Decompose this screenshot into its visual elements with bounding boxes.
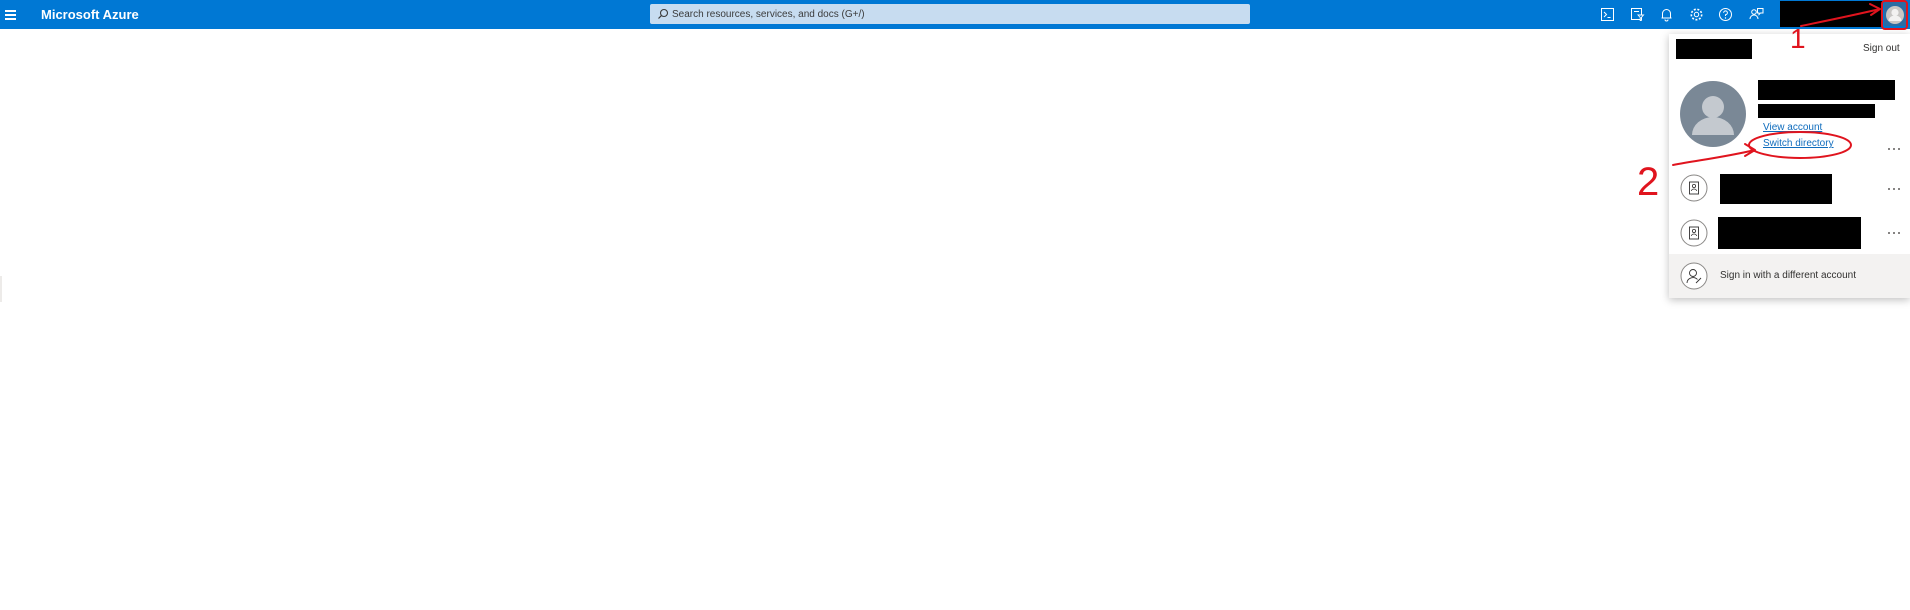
organization-name-redacted	[1676, 39, 1752, 59]
global-search-box[interactable]	[650, 4, 1250, 24]
user-email-redacted	[1758, 104, 1875, 118]
red-annotation-overlay: 1 2	[1637, 0, 1908, 204]
search-icon	[658, 8, 669, 19]
directory-name-redacted[interactable]	[1718, 217, 1861, 249]
feedback-icon[interactable]	[1748, 6, 1765, 23]
account-menu-panel: Sign out View account Switch directory S…	[1669, 34, 1910, 298]
switch-directory-link[interactable]: Switch directory	[1763, 138, 1834, 149]
top-nav-bar: Microsoft Azure	[0, 0, 1910, 29]
user-avatar-icon	[1680, 81, 1746, 147]
notifications-icon[interactable]	[1658, 6, 1675, 23]
settings-icon[interactable]	[1688, 6, 1705, 23]
directory-badge-icon	[1680, 219, 1708, 247]
collapsed-sidebar-edge	[0, 276, 2, 302]
annotation-step-2: 2	[1637, 160, 1659, 204]
more-options-icon[interactable]	[1886, 144, 1902, 154]
cloud-shell-icon[interactable]	[1599, 6, 1616, 23]
sign-in-different-account-label: Sign in with a different account	[1720, 270, 1857, 281]
sign-in-different-account-row[interactable]: Sign in with a different account	[1669, 254, 1910, 298]
more-options-icon[interactable]	[1886, 184, 1902, 194]
more-options-icon[interactable]	[1886, 228, 1902, 238]
sign-out-link[interactable]: Sign out	[1863, 43, 1900, 54]
search-input[interactable]	[672, 4, 1232, 24]
view-account-link[interactable]: View account	[1763, 122, 1822, 133]
directory-filter-icon[interactable]	[1629, 6, 1646, 23]
hamburger-menu-icon[interactable]	[3, 6, 19, 22]
add-person-icon	[1680, 262, 1708, 290]
account-avatar-icon[interactable]	[1884, 2, 1906, 26]
brand-title[interactable]: Microsoft Azure	[41, 7, 139, 22]
user-name-redacted	[1758, 80, 1895, 100]
directory-name-redacted[interactable]	[1720, 174, 1832, 204]
account-name-redacted[interactable]	[1780, 1, 1883, 27]
directory-badge-icon	[1680, 174, 1708, 202]
help-icon[interactable]	[1717, 6, 1734, 23]
